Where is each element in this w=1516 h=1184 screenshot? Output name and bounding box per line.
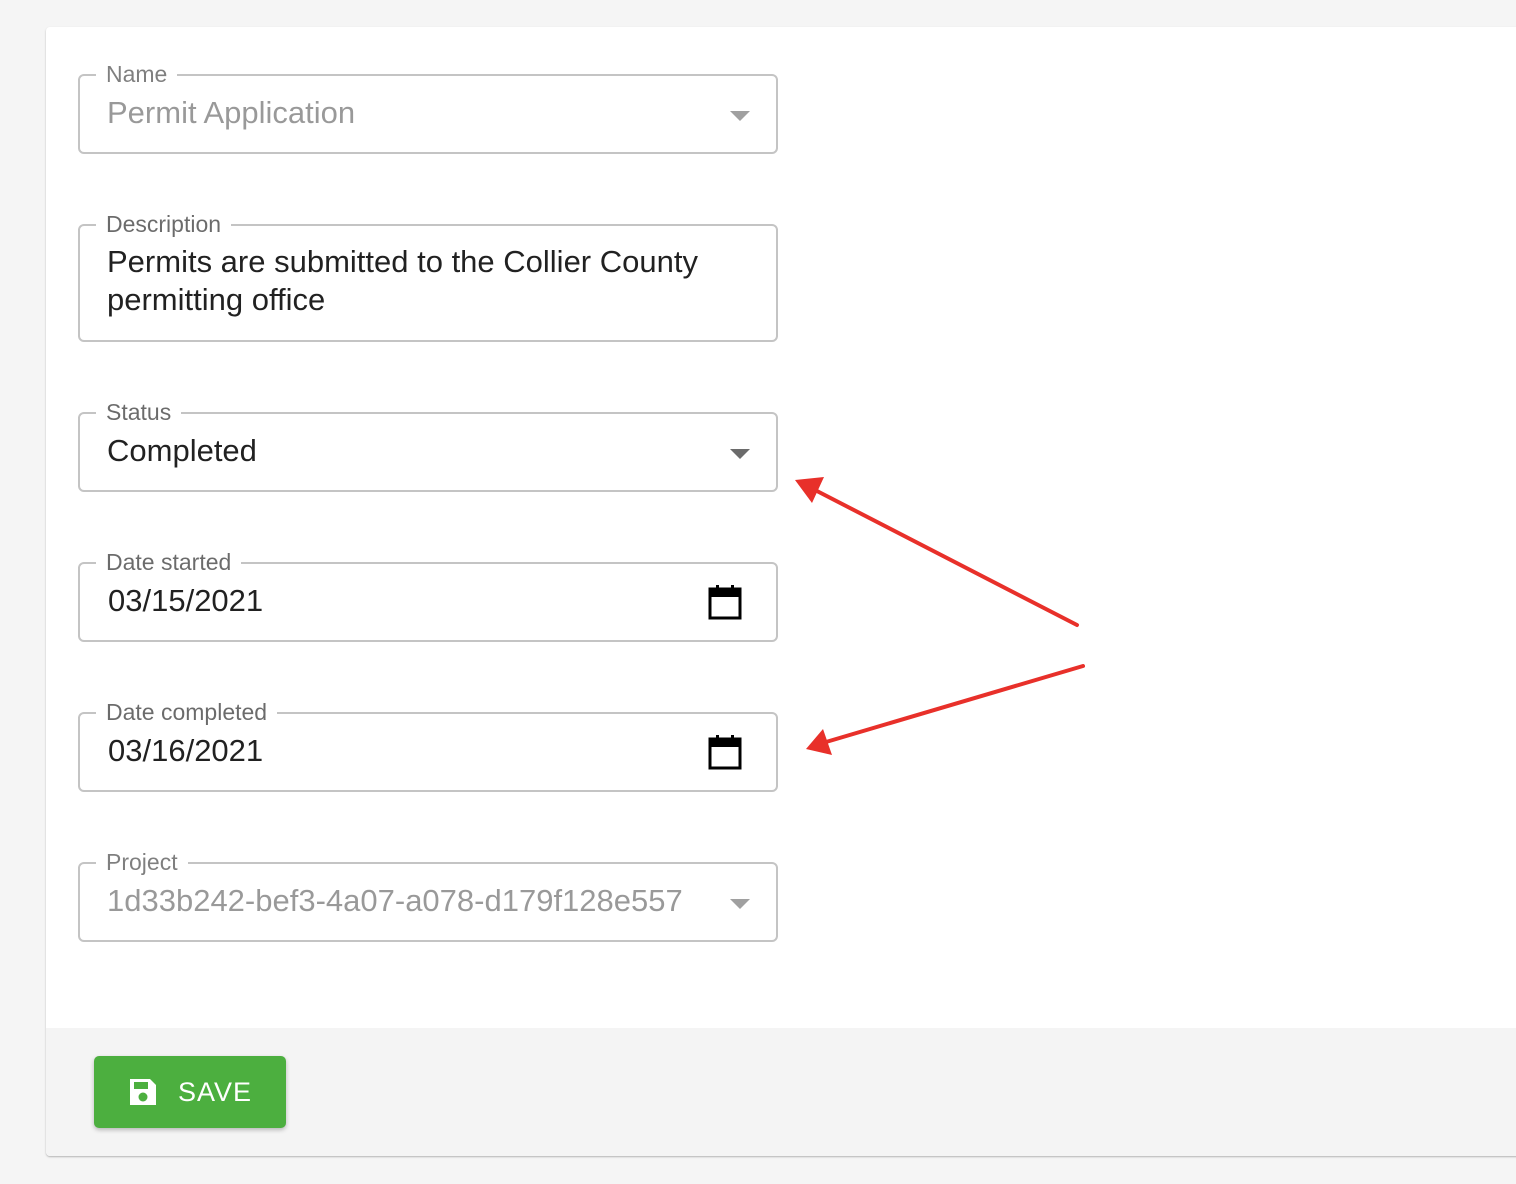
name-value: Permit Application xyxy=(107,95,356,130)
status-value: Completed xyxy=(107,433,257,468)
form-card: Name Permit Application Description Perm… xyxy=(46,27,1516,1156)
date-completed-field[interactable]: Date completed 03/16/2021 xyxy=(78,699,778,792)
chevron-down-icon xyxy=(730,111,750,121)
description-label: Description xyxy=(96,211,232,237)
chevron-down-icon[interactable] xyxy=(730,449,750,459)
status-select[interactable]: Status Completed xyxy=(78,399,778,492)
date-started-label: Date started xyxy=(96,549,242,575)
save-button-label: SAVE xyxy=(178,1077,253,1107)
name-label: Name xyxy=(96,61,178,87)
project-value: 1d33b242-bef3-4a07-a078-d179f128e557 xyxy=(107,883,683,918)
save-button[interactable]: SAVE xyxy=(94,1056,286,1128)
calendar-icon[interactable] xyxy=(708,584,742,620)
form-footer: SAVE xyxy=(46,1028,1516,1156)
calendar-icon[interactable] xyxy=(708,734,742,770)
floppy-disk-icon xyxy=(130,1079,156,1105)
date-started-value: 03/15/2021 xyxy=(108,583,264,618)
description-value-line-2: permitting office xyxy=(107,282,326,317)
date-completed-value: 03/16/2021 xyxy=(108,733,264,768)
project-label: Project xyxy=(96,849,188,875)
description-value-line-1: Permits are submitted to the Collier Cou… xyxy=(107,244,698,279)
name-select: Name Permit Application xyxy=(78,61,778,154)
project-select: Project 1d33b242-bef3-4a07-a078-d179f128… xyxy=(78,849,778,942)
description-field[interactable]: Description Permits are submitted to the… xyxy=(78,211,778,342)
status-label: Status xyxy=(96,399,182,425)
chevron-down-icon xyxy=(730,899,750,909)
date-started-field[interactable]: Date started 03/15/2021 xyxy=(78,549,778,642)
date-completed-label: Date completed xyxy=(96,699,278,725)
